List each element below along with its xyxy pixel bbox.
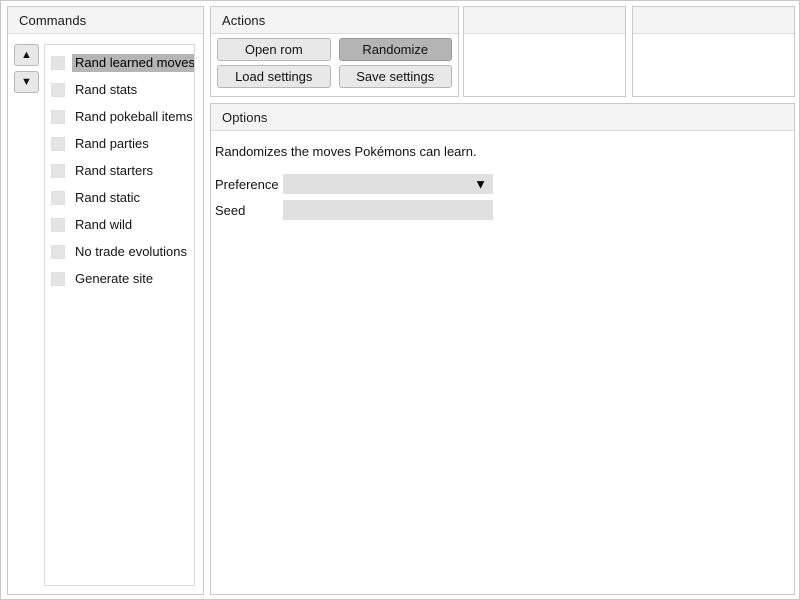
actions-panel-title: Actions: [211, 7, 458, 34]
checkbox-icon[interactable]: [51, 163, 65, 178]
commands-list[interactable]: Rand learned moves Rand stats Rand pokebal…: [44, 44, 195, 586]
actions-panel: Actions Open rom Randomize Load settings…: [210, 6, 459, 97]
triangle-up-icon: ▲: [21, 48, 32, 61]
actions-panel-body: Open rom Randomize Load settings Save se…: [211, 34, 458, 96]
list-item-label: Generate site: [75, 270, 154, 286]
blank-panel-1: [463, 6, 626, 97]
open-rom-button[interactable]: Open rom: [217, 38, 331, 61]
list-item[interactable]: Rand stats: [45, 76, 194, 103]
blank-panel-2-title: [633, 7, 794, 34]
list-item-label: Rand stats: [75, 81, 138, 97]
options-panel-body: Randomizes the moves Pokémons can learn.…: [211, 131, 794, 594]
preference-field-row: Preference ▼: [215, 174, 493, 194]
seed-input[interactable]: [283, 200, 493, 220]
commands-panel: Commands ▲ ▼ Rand learned moves Rand stat…: [7, 6, 204, 595]
list-item-label: Rand parties: [75, 135, 149, 151]
list-item[interactable]: Rand learned moves: [45, 49, 194, 76]
application-window: Commands ▲ ▼ Rand learned moves Rand stat…: [0, 0, 800, 600]
preference-dropdown[interactable]: ▼: [283, 174, 493, 194]
blank-panel-1-title: [464, 7, 625, 34]
blank-panel-2-body: [633, 34, 794, 96]
save-settings-button[interactable]: Save settings: [338, 65, 452, 88]
checkbox-icon[interactable]: [51, 244, 65, 259]
list-item[interactable]: Rand wild: [45, 211, 194, 238]
chevron-down-icon: ▼: [474, 176, 487, 192]
checkbox-icon[interactable]: [51, 109, 65, 124]
checkbox-icon[interactable]: [51, 271, 65, 286]
seed-field-row: Seed: [215, 200, 493, 220]
commands-panel-title: Commands: [8, 7, 203, 34]
checkbox-icon[interactable]: [51, 82, 65, 97]
preference-label: Preference: [215, 176, 279, 192]
checkbox-icon[interactable]: [51, 190, 65, 205]
commands-panel-body: ▲ ▼ Rand learned moves Rand stats Rand pok…: [8, 34, 203, 594]
list-item[interactable]: Rand pokeball items: [45, 103, 194, 130]
list-item-label: Rand pokeball items: [75, 108, 193, 124]
randomize-button[interactable]: Randomize: [338, 38, 452, 61]
list-item-label: No trade evolutions: [75, 243, 188, 259]
blank-panel-2: [632, 6, 795, 97]
triangle-down-icon: ▼: [21, 75, 32, 88]
actions-row-1: Open rom Randomize: [217, 38, 452, 61]
move-down-button[interactable]: ▼: [14, 71, 39, 93]
checkbox-icon[interactable]: [51, 217, 65, 232]
move-up-button[interactable]: ▲: [14, 44, 39, 66]
options-panel-title: Options: [211, 104, 794, 131]
seed-label: Seed: [215, 202, 246, 218]
list-item-label: Rand starters: [75, 162, 154, 178]
list-item[interactable]: Rand starters: [45, 157, 194, 184]
list-reorder-controls: ▲ ▼: [14, 44, 40, 98]
checkbox-icon[interactable]: [51, 136, 65, 151]
load-settings-button[interactable]: Load settings: [217, 65, 331, 88]
list-item[interactable]: Generate site: [45, 265, 194, 292]
checkbox-icon[interactable]: [51, 55, 65, 70]
list-item-label: Rand wild: [75, 216, 133, 232]
blank-panel-1-body: [464, 34, 625, 96]
actions-row-2: Load settings Save settings: [217, 65, 452, 88]
list-item[interactable]: Rand static: [45, 184, 194, 211]
list-item[interactable]: No trade evolutions: [45, 238, 194, 265]
option-description: Randomizes the moves Pokémons can learn.: [215, 144, 477, 159]
list-item-label: Rand learned moves: [72, 53, 194, 72]
options-panel: Options Randomizes the moves Pokémons ca…: [210, 103, 795, 595]
list-item[interactable]: Rand parties: [45, 130, 194, 157]
list-item-label: Rand static: [75, 189, 141, 205]
